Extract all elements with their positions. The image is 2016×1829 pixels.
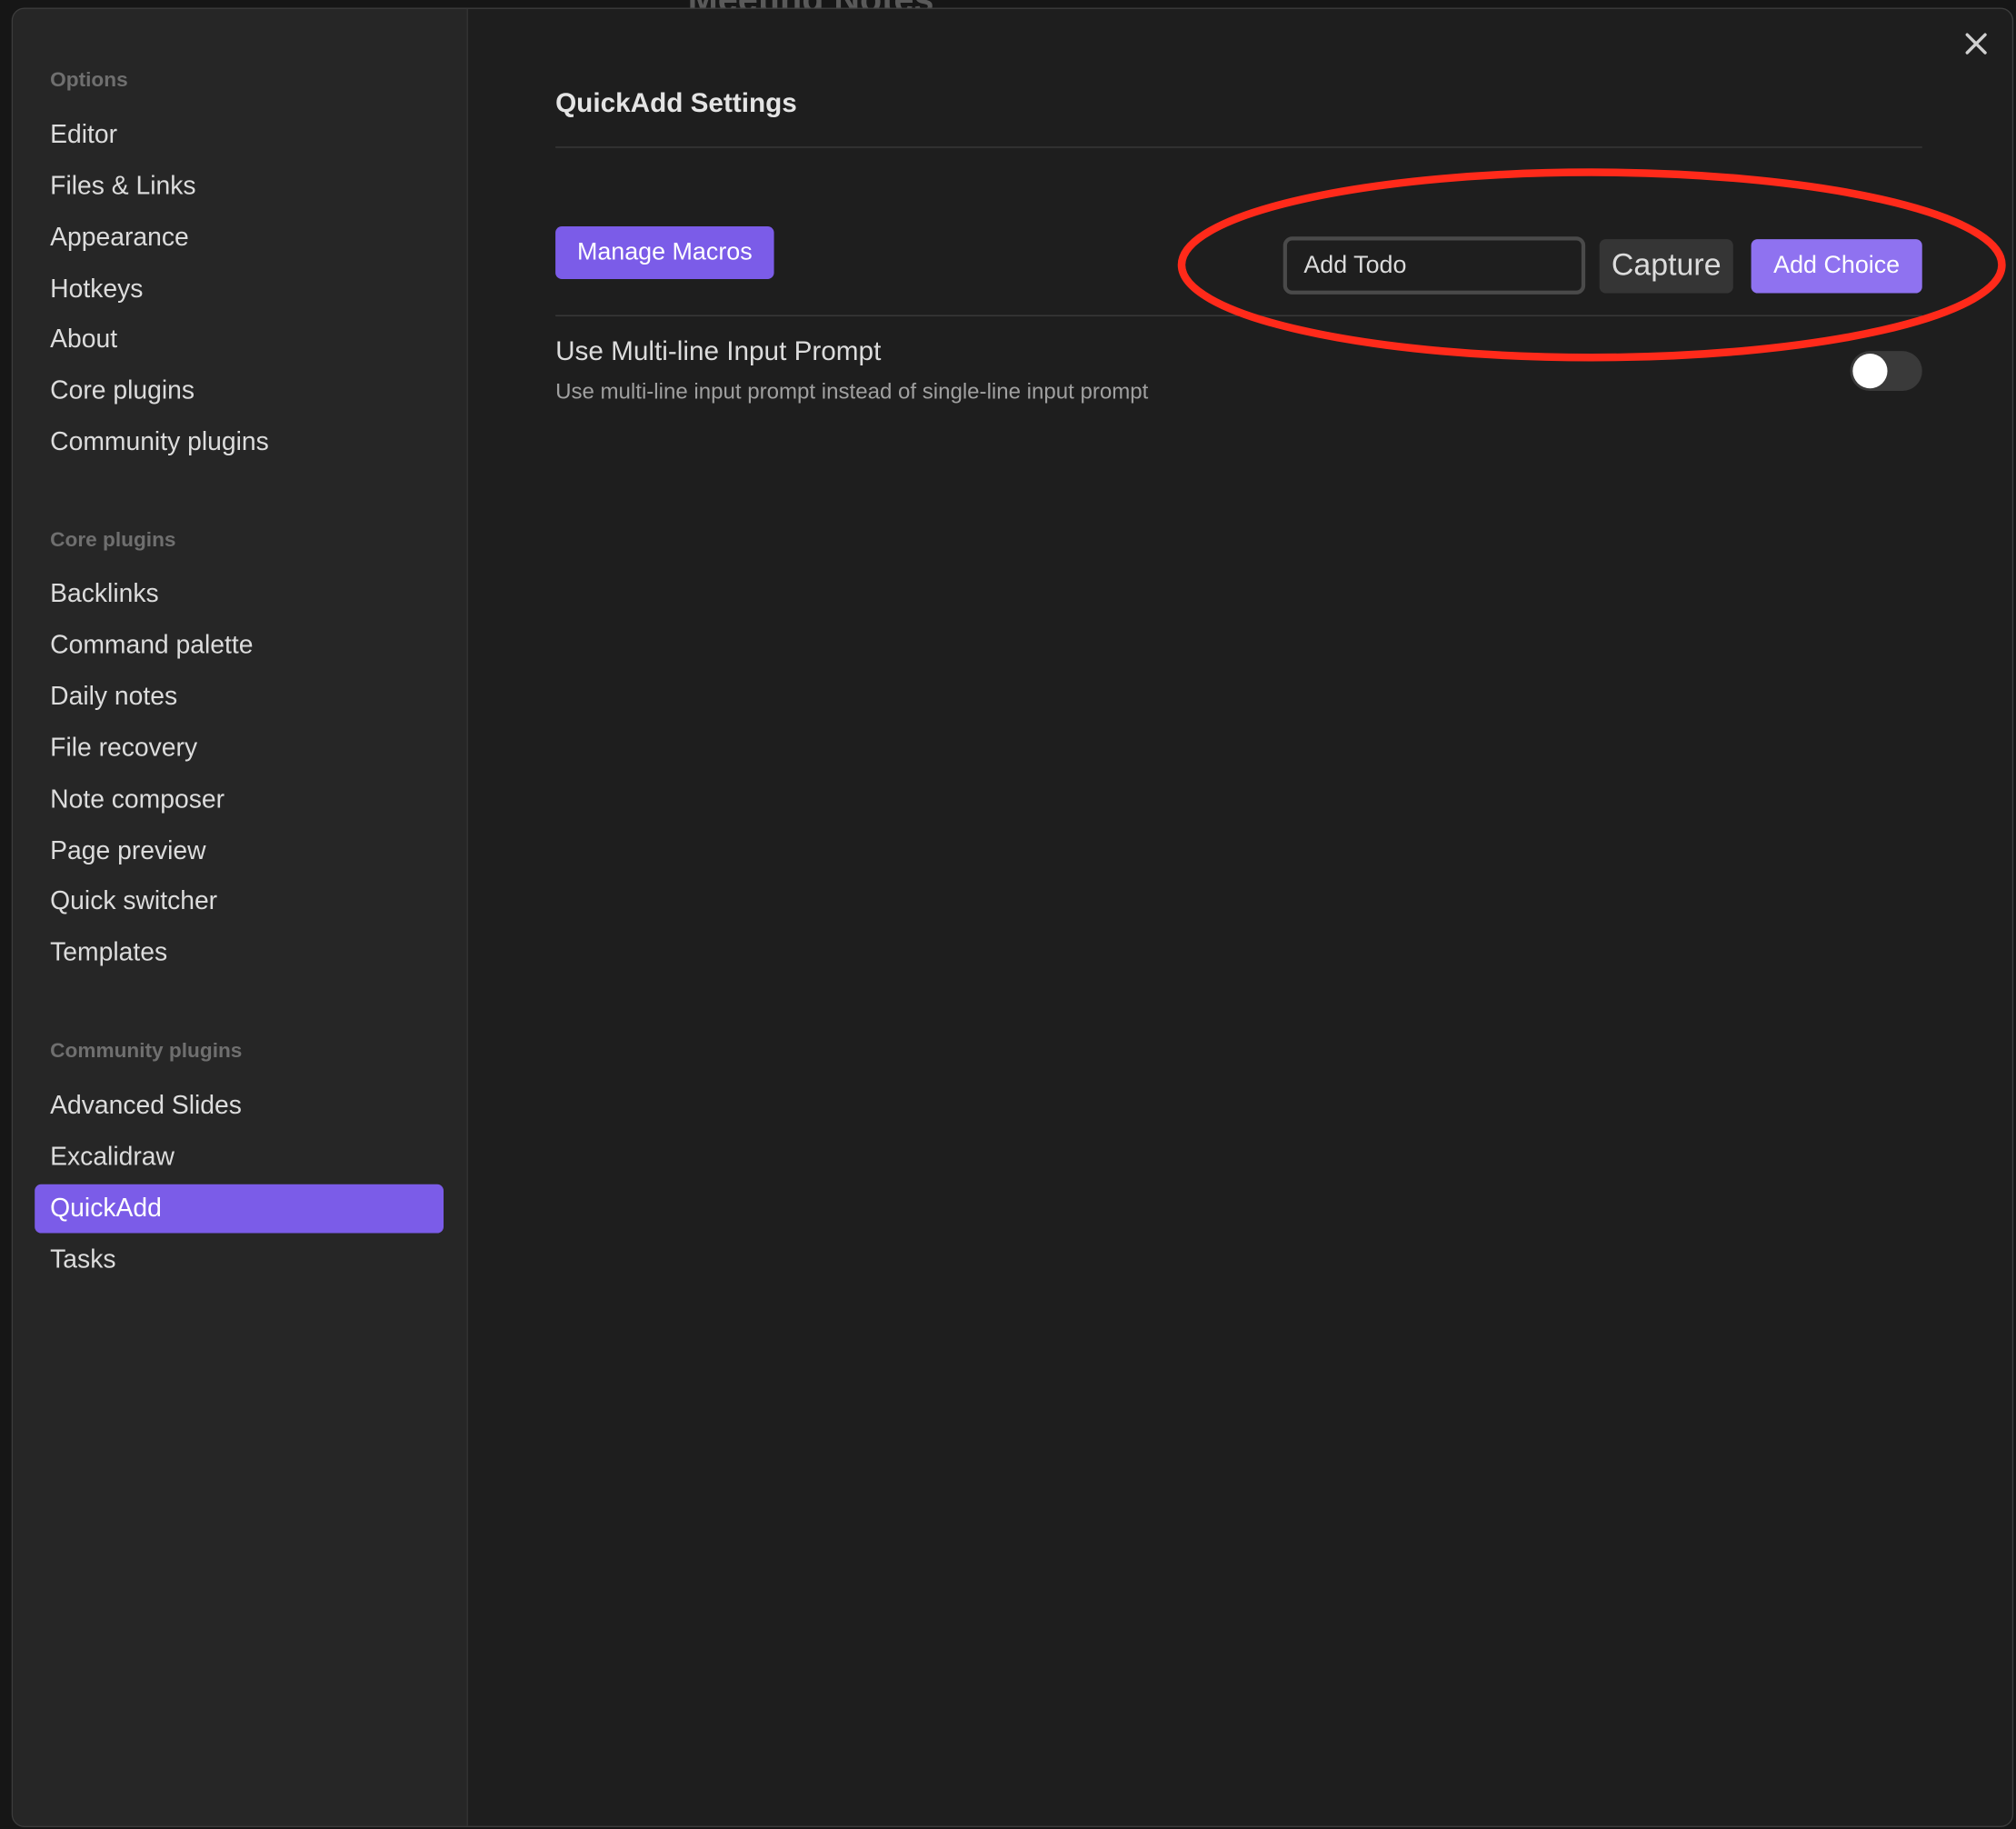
sidebar-item-about[interactable]: About — [35, 315, 444, 365]
sidebar-item-file-recovery[interactable]: File recovery — [35, 724, 444, 773]
close-button[interactable] — [1957, 25, 1995, 63]
sidebar-item-note-composer[interactable]: Note composer — [35, 775, 444, 825]
sidebar-item-core-plugins[interactable]: Core plugins — [35, 366, 444, 415]
sidebar-item-daily-notes[interactable]: Daily notes — [35, 673, 444, 722]
sidebar-item-tasks[interactable]: Tasks — [35, 1235, 444, 1284]
sidebar-item-quickadd[interactable]: QuickAdd — [35, 1184, 444, 1234]
sidebar-section-core-plugins: Core plugins — [50, 529, 176, 552]
setting-name-multiline: Use Multi-line Input Prompt — [555, 336, 882, 367]
page-title: QuickAdd Settings — [555, 88, 797, 119]
manage-macros-button[interactable]: Manage Macros — [555, 225, 774, 279]
sidebar-item-community-plugins[interactable]: Community plugins — [35, 418, 444, 467]
sidebar-item-excalidraw[interactable]: Excalidraw — [35, 1133, 444, 1182]
screen: Meeting Notes Options Editor Files & Lin… — [0, 0, 2016, 1829]
sidebar-item-command-palette[interactable]: Command palette — [35, 621, 444, 670]
toggle-knob — [1852, 353, 1888, 389]
sidebar-item-files-links[interactable]: Files & Links — [35, 162, 444, 211]
settings-sidebar: Options Editor Files & Links Appearance … — [13, 8, 468, 1826]
sidebar-item-page-preview[interactable]: Page preview — [35, 827, 444, 876]
multiline-toggle[interactable] — [1850, 351, 1922, 392]
sidebar-item-hotkeys[interactable]: Hotkeys — [35, 265, 444, 314]
choice-name-input[interactable] — [1282, 236, 1586, 295]
choice-type-select[interactable]: Capture — [1599, 239, 1733, 294]
sidebar-item-advanced-slides[interactable]: Advanced Slides — [35, 1082, 444, 1131]
add-choice-button[interactable]: Add Choice — [1751, 239, 1922, 294]
sidebar-item-templates[interactable]: Templates — [35, 928, 444, 977]
sidebar-section-community-plugins: Community plugins — [50, 1040, 243, 1063]
setting-description-multiline: Use multi-line input prompt instead of s… — [555, 379, 1149, 405]
row-divider — [555, 315, 1922, 316]
sidebar-item-quick-switcher[interactable]: Quick switcher — [35, 877, 444, 926]
sidebar-item-appearance[interactable]: Appearance — [35, 214, 444, 263]
sidebar-section-options: Options — [50, 69, 128, 92]
close-icon — [1965, 33, 1987, 55]
settings-modal: Options Editor Files & Links Appearance … — [11, 7, 2014, 1828]
title-divider — [555, 146, 1922, 148]
sidebar-item-editor[interactable]: Editor — [35, 111, 444, 160]
sidebar-item-backlinks[interactable]: Backlinks — [35, 570, 444, 619]
